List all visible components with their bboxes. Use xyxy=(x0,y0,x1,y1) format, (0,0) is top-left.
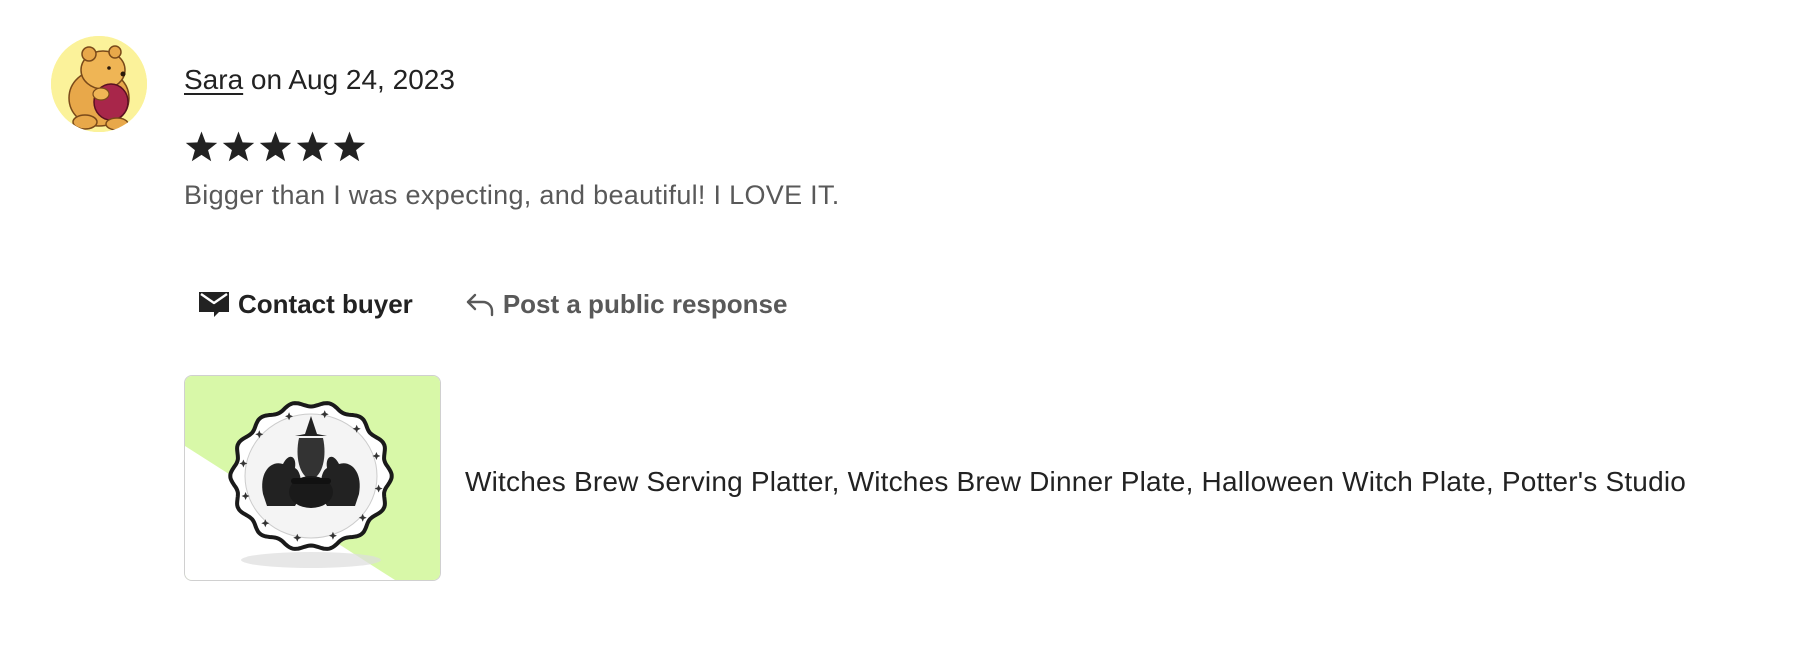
star-icon xyxy=(222,131,255,162)
star-icon xyxy=(185,131,218,162)
star-icon xyxy=(333,131,366,162)
star-rating xyxy=(184,130,367,166)
reviewer-avatar[interactable] xyxy=(51,36,147,132)
review-actions: Contact buyer Post a public response xyxy=(184,280,801,328)
envelope-icon xyxy=(198,290,230,318)
witch-plate-image xyxy=(185,376,440,580)
review-byline: Sara on Aug 24, 2023 xyxy=(184,60,455,100)
reviewer-name-link[interactable]: Sara xyxy=(184,64,243,95)
post-public-response-label: Post a public response xyxy=(502,288,788,319)
contact-buyer-button[interactable]: Contact buyer xyxy=(184,280,427,328)
review-date: on Aug 24, 2023 xyxy=(243,64,455,95)
review-card: Sara on Aug 24, 2023 Bigger than I was e… xyxy=(0,0,1798,666)
listing-thumbnail[interactable] xyxy=(184,375,441,581)
review-text: Bigger than I was expecting, and beautif… xyxy=(184,180,840,210)
bear-avatar-icon xyxy=(51,36,147,132)
contact-buyer-label: Contact buyer xyxy=(238,288,413,319)
star-icon xyxy=(259,131,292,162)
star-icon xyxy=(296,131,329,162)
post-public-response-button[interactable]: Post a public response xyxy=(451,280,802,328)
listing-title-link[interactable]: Witches Brew Serving Platter, Witches Br… xyxy=(465,462,1686,502)
reply-arrow-icon xyxy=(465,291,495,317)
